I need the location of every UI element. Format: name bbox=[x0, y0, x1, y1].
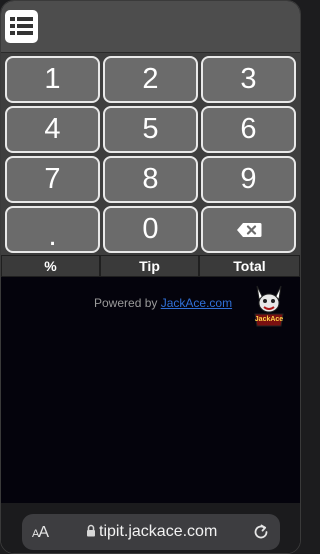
jackace-link[interactable]: JackAce.com bbox=[161, 296, 232, 310]
key-label: 4 bbox=[44, 113, 61, 145]
mode-percent-button[interactable]: % bbox=[2, 256, 99, 276]
reload-icon[interactable] bbox=[251, 522, 271, 542]
mode-label: % bbox=[44, 258, 57, 274]
backspace-button[interactable] bbox=[201, 206, 296, 253]
key-label: 5 bbox=[142, 113, 159, 145]
key-8[interactable]: 8 bbox=[103, 156, 198, 203]
mode-tip-button[interactable]: Tip bbox=[101, 256, 198, 276]
key-2[interactable]: 2 bbox=[103, 56, 198, 103]
lock-icon bbox=[87, 524, 95, 537]
key-label: 9 bbox=[240, 163, 257, 195]
key-label: 7 bbox=[44, 163, 61, 195]
keypad: 1 2 3 4 5 6 7 8 9 . 0 bbox=[1, 53, 300, 255]
key-9[interactable]: 9 bbox=[201, 156, 296, 203]
key-label: . bbox=[48, 218, 57, 252]
key-0[interactable]: 0 bbox=[103, 206, 198, 253]
list-menu-icon bbox=[10, 17, 33, 35]
key-label: 3 bbox=[240, 63, 257, 95]
url-field[interactable]: tipit.jackace.com bbox=[86, 523, 217, 541]
key-6[interactable]: 6 bbox=[201, 106, 296, 153]
mode-label: Tip bbox=[139, 258, 160, 274]
mode-bar: % Tip Total bbox=[1, 255, 300, 277]
app-frame: 1 2 3 4 5 6 7 8 9 . 0 % Tip Total Powere… bbox=[0, 0, 301, 554]
menu-button[interactable] bbox=[5, 10, 38, 43]
browser-toolbar: AA tipit.jackace.com bbox=[1, 503, 300, 553]
logo-text: JackAce bbox=[255, 316, 284, 323]
key-label: 8 bbox=[142, 163, 159, 195]
backspace-icon bbox=[236, 222, 261, 237]
powered-by: Powered by JackAce.com bbox=[94, 296, 232, 310]
key-decimal[interactable]: . bbox=[5, 206, 100, 253]
key-label: 6 bbox=[240, 113, 257, 145]
mode-label: Total bbox=[233, 258, 266, 274]
jackace-logo[interactable]: JackAce bbox=[249, 284, 289, 328]
url-text: tipit.jackace.com bbox=[99, 523, 218, 540]
address-bar[interactable]: AA tipit.jackace.com bbox=[22, 514, 280, 550]
key-3[interactable]: 3 bbox=[201, 56, 296, 103]
key-label: 1 bbox=[44, 63, 61, 95]
key-1[interactable]: 1 bbox=[5, 56, 100, 103]
text-size-large-a: A bbox=[38, 524, 49, 541]
key-label: 2 bbox=[142, 63, 159, 95]
powered-by-text: Powered by bbox=[94, 296, 158, 310]
top-bar bbox=[1, 1, 300, 53]
key-5[interactable]: 5 bbox=[103, 106, 198, 153]
key-4[interactable]: 4 bbox=[5, 106, 100, 153]
mode-total-button[interactable]: Total bbox=[200, 256, 299, 276]
text-size-button[interactable]: AA bbox=[32, 524, 49, 542]
key-label: 0 bbox=[142, 213, 159, 245]
key-7[interactable]: 7 bbox=[5, 156, 100, 203]
